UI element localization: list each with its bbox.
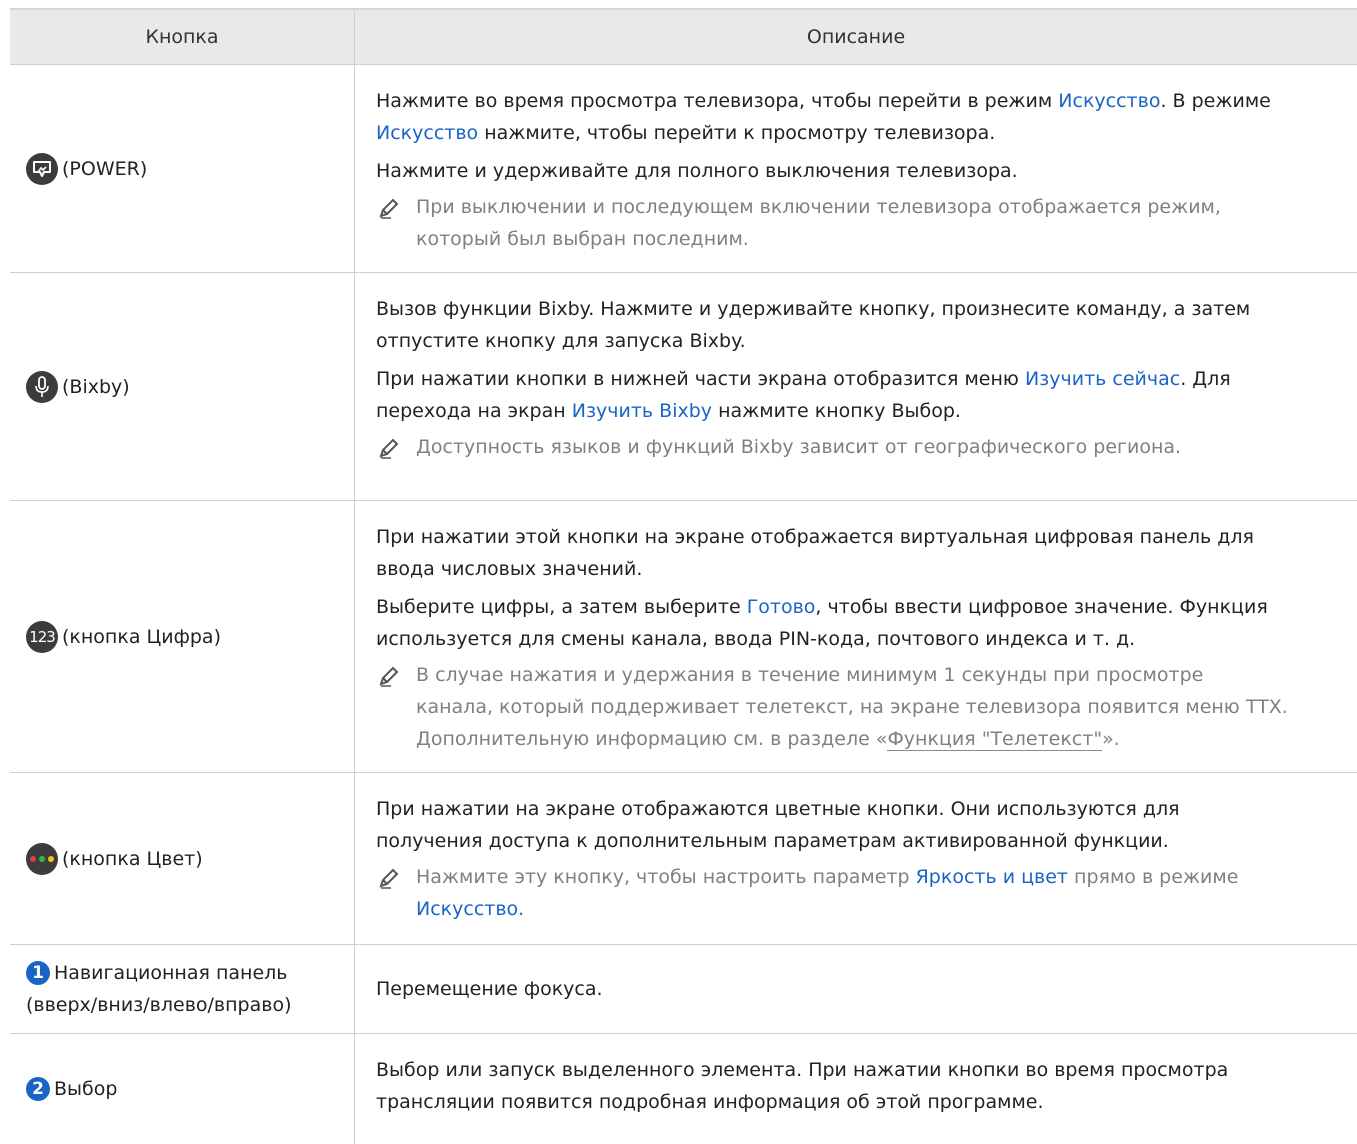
description-text: отпустите кнопку для запуска Bixby. bbox=[376, 330, 746, 352]
description-text: Вызов функции Bixby. Нажмите и удерживай… bbox=[376, 298, 1251, 320]
table-row-number: 123 (кнопка Цифра) При нажатии этой кноп… bbox=[10, 501, 1357, 773]
button-label-sub: (вверх/вниз/влево/вправо) bbox=[26, 994, 292, 1016]
button-cell: 2 Выбор bbox=[10, 1034, 355, 1144]
link-art-mode[interactable]: Искусство bbox=[376, 122, 478, 144]
link-brightness-color[interactable]: Яркость и цвет bbox=[916, 866, 1068, 888]
table-row-color: (кнопка Цвет) При нажатии на экране отоб… bbox=[10, 773, 1357, 945]
description-cell: При нажатии на экране отображаются цветн… bbox=[355, 773, 1357, 944]
note: Доступность языков и функций Bixby завис… bbox=[376, 431, 1341, 463]
description-cell: Перемещение фокуса. bbox=[355, 945, 1357, 1033]
description-text: При нажатии этой кнопки на экране отобра… bbox=[376, 526, 1254, 548]
note: В случае нажатия и удержания в течение м… bbox=[376, 659, 1341, 755]
description-text: Выберите цифры, а затем выберите Готово,… bbox=[376, 596, 1268, 618]
button-label: (POWER) bbox=[62, 157, 148, 180]
button-cell: 123 (кнопка Цифра) bbox=[10, 501, 355, 772]
description-text: используется для смены канала, ввода PIN… bbox=[376, 628, 1136, 650]
color-dots-icon bbox=[26, 842, 58, 875]
link-art-mode[interactable]: Искусство bbox=[416, 898, 518, 920]
description-text: При нажатии на экране отображаются цветн… bbox=[376, 798, 1180, 820]
table-header: Кнопка Описание bbox=[10, 10, 1357, 65]
button-label: Навигационная панель bbox=[54, 962, 288, 984]
header-button: Кнопка bbox=[10, 10, 355, 64]
button-cell: (POWER) bbox=[10, 65, 355, 272]
description-text: Выбор или запуск выделенного элемента. П… bbox=[376, 1059, 1229, 1081]
link-teletext[interactable]: Функция "Телетекст" bbox=[887, 728, 1103, 751]
link-explore-now[interactable]: Изучить сейчас bbox=[1025, 368, 1180, 390]
number-1-icon: 1 bbox=[26, 961, 50, 985]
description-cell: Вызов функции Bixby. Нажмите и удерживай… bbox=[355, 273, 1357, 500]
description-text: трансляции появится подробная информация… bbox=[376, 1091, 1044, 1113]
link-explore-bixby[interactable]: Изучить Bixby bbox=[572, 400, 712, 422]
link-art-mode[interactable]: Искусство bbox=[1058, 90, 1160, 112]
description-text: Нажмите и удерживайте для полного выключ… bbox=[376, 160, 1018, 182]
power-art-icon bbox=[26, 152, 58, 185]
description-text: Перемещение фокуса. bbox=[376, 978, 603, 1000]
note: При выключении и последующем включении т… bbox=[376, 191, 1341, 255]
description-text: При нажатии кнопки в нижней части экрана… bbox=[376, 368, 1231, 390]
button-cell: (Bixby) bbox=[10, 273, 355, 500]
button-label: (Bixby) bbox=[62, 375, 130, 398]
button-label: Выбор bbox=[54, 1078, 118, 1100]
table-row-power: (POWER) Нажмите во время просмотра телев… bbox=[10, 65, 1357, 273]
description-text: получения доступа к дополнительным парам… bbox=[376, 830, 1169, 852]
description-cell: Выбор или запуск выделенного элемента. П… bbox=[355, 1034, 1357, 1144]
description-text: перехода на экран Изучить Bixby нажмите … bbox=[376, 400, 961, 422]
link-done[interactable]: Готово bbox=[747, 596, 816, 618]
description-text: Искусство нажмите, чтобы перейти к просм… bbox=[376, 122, 996, 144]
button-cell: (кнопка Цвет) bbox=[10, 773, 355, 944]
table-row-select: 2 Выбор Выбор или запуск выделенного эле… bbox=[10, 1034, 1357, 1144]
description-text: Нажмите во время просмотра телевизора, ч… bbox=[376, 90, 1271, 112]
pencil-note-icon bbox=[379, 438, 399, 459]
description-cell: При нажатии этой кнопки на экране отобра… bbox=[355, 501, 1357, 772]
note: Нажмите эту кнопку, чтобы настроить пара… bbox=[376, 861, 1341, 925]
table-row-navigation: 1 Навигационная панель (вверх/вниз/влево… bbox=[10, 945, 1357, 1034]
button-label: (кнопка Цифра) bbox=[62, 625, 221, 648]
header-description: Описание bbox=[806, 26, 906, 48]
description-cell: Нажмите во время просмотра телевизора, ч… bbox=[355, 65, 1357, 272]
remote-buttons-table: Кнопка Описание (POWER) Нажмите во время… bbox=[10, 8, 1357, 1144]
table-row-bixby: (Bixby) Вызов функции Bixby. Нажмите и у… bbox=[10, 273, 1357, 501]
number-2-icon: 2 bbox=[26, 1077, 50, 1101]
pencil-note-icon bbox=[379, 666, 399, 687]
button-cell: 1 Навигационная панель (вверх/вниз/влево… bbox=[10, 945, 355, 1033]
number-123-icon: 123 bbox=[26, 620, 58, 653]
button-label: (кнопка Цвет) bbox=[62, 847, 203, 870]
pencil-note-icon bbox=[379, 868, 399, 889]
microphone-icon bbox=[26, 370, 58, 403]
pencil-note-icon bbox=[379, 198, 399, 219]
description-text: ввода числовых значений. bbox=[376, 558, 643, 580]
